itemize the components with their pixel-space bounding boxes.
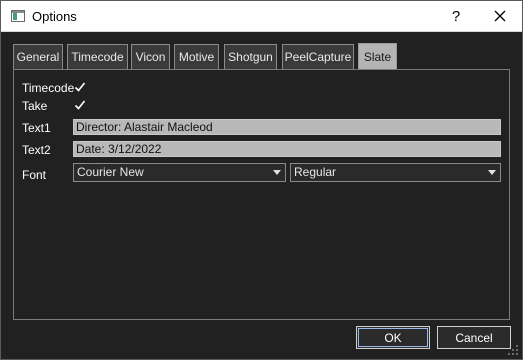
window-title: Options [32,9,77,24]
tab-shotgun[interactable]: Shotgun [224,44,277,69]
take-checkbox[interactable] [74,99,86,111]
tab-timecode[interactable]: Timecode [67,44,128,69]
cancel-button[interactable]: Cancel [437,326,511,349]
text2-field[interactable]: Date: 3/12/2022 [73,141,501,157]
font-label: Font [22,168,47,182]
close-button[interactable] [483,2,517,30]
font-style-value: Regular [294,165,337,179]
tab-slate[interactable]: Slate [358,43,397,69]
app-window-icon [11,10,25,22]
resize-grip-icon[interactable] [507,344,519,356]
timecode-checkbox[interactable] [74,81,86,93]
tab-motive[interactable]: Motive [174,44,219,69]
tab-general[interactable]: General [13,44,63,69]
text2-label: Text2 [22,143,51,157]
font-family-value: Courier New [77,165,144,179]
font-style-select[interactable]: Regular [290,163,501,182]
timecode-label: Timecode [22,81,75,95]
font-family-select[interactable]: Courier New [73,163,286,182]
text1-field[interactable]: Director: Alastair Macleod [73,119,501,135]
chevron-down-icon [488,170,496,175]
close-icon [494,10,506,22]
tab-peelcapture[interactable]: PeelCapture [282,44,354,69]
slate-settings-panel [13,69,510,320]
ok-button[interactable]: OK [356,326,430,349]
checkmark-icon [74,82,86,92]
checkmark-icon [74,100,86,110]
tab-vicon[interactable]: Vicon [131,44,170,69]
help-button[interactable]: ? [441,2,471,30]
chevron-down-icon [273,170,281,175]
title-bar[interactable]: Options ? [1,1,522,32]
take-label: Take [22,99,48,113]
options-dialog: Options ? General Timecode Vicon Motive … [0,0,523,360]
text1-label: Text1 [22,121,51,135]
